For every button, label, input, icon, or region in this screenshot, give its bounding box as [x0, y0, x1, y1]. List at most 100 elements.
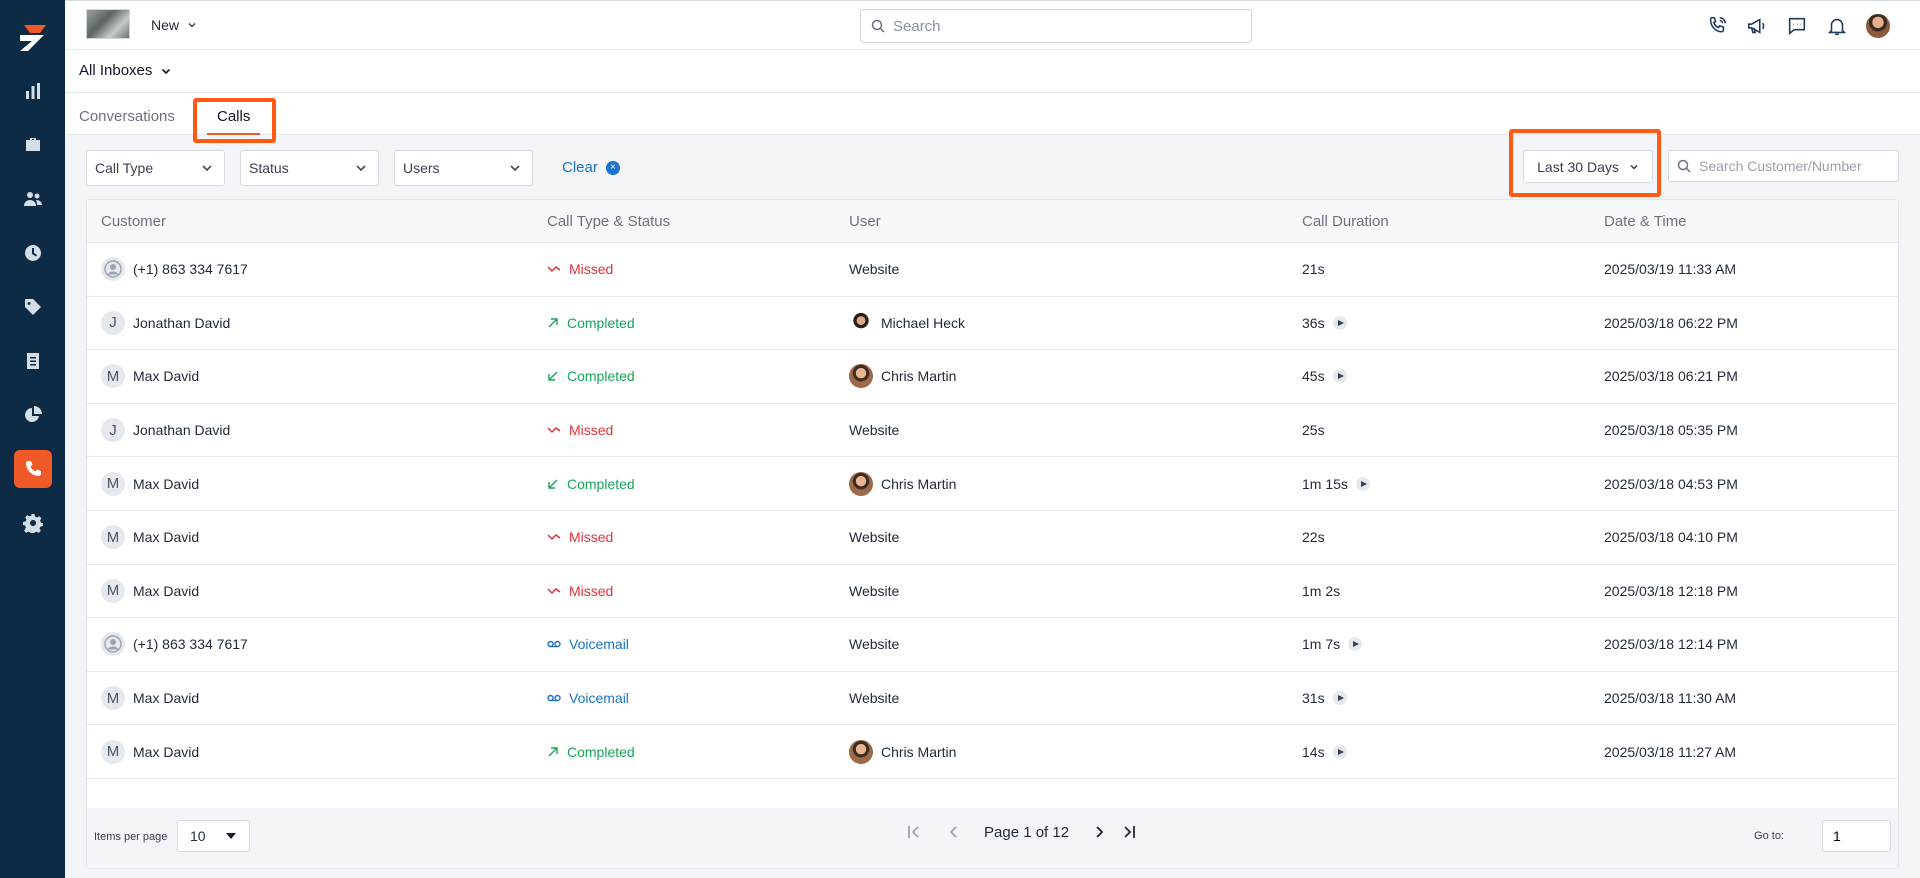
nav-calls[interactable] [13, 450, 52, 488]
caret-down-icon [226, 833, 236, 839]
call-arrow-icon [547, 746, 559, 758]
customer-avatar: M [101, 364, 125, 389]
table-row[interactable]: (+1) 863 334 7617 Voicemail Website 1m 7s 20… [87, 618, 1898, 672]
play-icon[interactable] [1332, 315, 1347, 330]
customer-cell[interactable]: M Max David [101, 578, 199, 603]
customer-name: Max David [133, 743, 200, 760]
nav-analytics[interactable] [14, 396, 52, 434]
call-datetime: 2025/03/18 05:35 PM [1604, 422, 1738, 439]
nav-contacts[interactable] [14, 180, 52, 218]
nav-reports[interactable] [14, 72, 52, 110]
megaphone-icon[interactable] [1746, 15, 1768, 37]
call-type-filter[interactable]: Call Type [86, 150, 225, 186]
bell-icon[interactable] [1826, 15, 1848, 37]
nav-briefcase[interactable] [14, 126, 52, 164]
table-row[interactable]: M Max David Completed Chris Martin 45s 2025/0… [87, 350, 1898, 404]
items-per-page-select[interactable]: 10 [177, 820, 250, 852]
user-avatar [849, 739, 873, 764]
column-customer[interactable]: Customer [101, 213, 166, 230]
call-datetime: 2025/03/18 04:53 PM [1604, 475, 1738, 492]
phone-icon [25, 461, 41, 476]
call-status-label: Voicemail [569, 636, 629, 653]
table-row[interactable]: J Jonathan David Completed Michael Heck 36s 2… [87, 297, 1898, 351]
search-icon [871, 19, 885, 33]
last-page-button[interactable] [1119, 822, 1139, 842]
user-cell: Michael Heck [849, 310, 965, 335]
clear-label: Clear [562, 159, 598, 176]
users-filter-label: Users [403, 160, 440, 176]
table-row[interactable]: M Max David Completed Chris Martin 14s 2025/0… [87, 725, 1898, 779]
nav-tags[interactable] [14, 288, 52, 326]
call-duration: 1m 7s [1302, 636, 1341, 653]
call-arrow-icon [547, 317, 559, 329]
play-icon[interactable] [1332, 369, 1347, 384]
customer-avatar: J [101, 418, 125, 443]
new-button[interactable]: New [151, 17, 197, 33]
customer-cell[interactable]: M Max David [101, 525, 199, 550]
customer-cell[interactable]: (+1) 863 334 7617 [101, 257, 248, 282]
tab-conversations[interactable]: Conversations [79, 108, 175, 125]
nav-history[interactable] [14, 234, 52, 272]
inbox-selector[interactable]: All Inboxes [79, 62, 172, 79]
play-icon[interactable] [1348, 637, 1363, 652]
global-search-input[interactable] [893, 17, 1223, 35]
customer-cell[interactable]: J Jonathan David [101, 418, 230, 443]
search-icon [1677, 159, 1691, 173]
anonymous-user-icon [101, 632, 125, 657]
customer-search-input[interactable] [1699, 158, 1889, 174]
column-date-time[interactable]: Date & Time [1604, 213, 1687, 230]
table-row[interactable]: J Jonathan David Missed Website 25s 2025/03/1… [87, 404, 1898, 458]
customer-name: Max David [133, 475, 200, 492]
play-icon[interactable] [1332, 744, 1347, 759]
customer-cell[interactable]: M Max David [101, 471, 200, 496]
call-status-cell: Voicemail [547, 636, 629, 652]
play-icon[interactable] [1355, 476, 1370, 491]
customer-cell[interactable]: M Max David [101, 739, 200, 764]
customer-cell[interactable]: M Max David [101, 364, 199, 389]
chat-icon[interactable] [1786, 15, 1808, 37]
users-icon [23, 192, 42, 206]
previous-page-button[interactable] [944, 822, 964, 842]
new-button-label: New [151, 17, 180, 33]
next-page-button[interactable] [1089, 822, 1109, 842]
user-cell: Website [849, 529, 899, 545]
call-status-label: Completed [567, 475, 635, 492]
table-row[interactable]: M Max David Missed Website 1m 2s 2025/03/18 1… [87, 565, 1898, 619]
call-status-cell: Completed [547, 476, 635, 492]
customer-search[interactable] [1668, 150, 1899, 182]
avatar[interactable] [1866, 14, 1890, 38]
user-name: Website [849, 582, 900, 599]
chevron-right-icon [1096, 826, 1104, 838]
customer-cell[interactable]: (+1) 863 334 7617 [101, 632, 248, 657]
customer-cell[interactable]: M Max David [101, 686, 199, 711]
call-status-label: Completed [567, 743, 635, 760]
global-search[interactable] [860, 9, 1252, 43]
status-filter[interactable]: Status [240, 150, 379, 186]
clear-filters-button[interactable]: Clear × [562, 159, 620, 176]
table-row[interactable]: M Max David Completed Chris Martin 1m 15s 202… [87, 457, 1898, 511]
customer-avatar: M [101, 525, 125, 550]
datetime-cell: 2025/03/18 06:21 PM [1604, 368, 1738, 384]
column-call-duration[interactable]: Call Duration [1302, 213, 1389, 230]
duration-cell: 1m 7s [1302, 636, 1363, 653]
customer-cell[interactable]: J Jonathan David [101, 310, 230, 335]
call-status-label: Missed [569, 529, 614, 546]
workspace-thumbnail[interactable] [86, 9, 130, 39]
goto-page-input[interactable] [1822, 820, 1891, 852]
play-icon[interactable] [1332, 691, 1347, 706]
column-call-type-status[interactable]: Call Type & Status [547, 213, 670, 230]
first-page-button[interactable] [904, 822, 924, 842]
user-name: Chris Martin [881, 368, 957, 385]
column-user[interactable]: User [849, 213, 881, 230]
brand-logo-icon[interactable] [15, 20, 51, 56]
nav-documents[interactable] [14, 342, 52, 380]
user-name: Chris Martin [881, 475, 957, 492]
nav-settings[interactable] [14, 504, 52, 542]
duration-cell: 31s [1302, 690, 1347, 706]
users-filter[interactable]: Users [394, 150, 533, 186]
table-row[interactable]: (+1) 863 334 7617 Missed Website 21s 2025/03… [87, 243, 1898, 297]
top-icons [1706, 14, 1890, 38]
table-row[interactable]: M Max David Voicemail Website 31s 2025/03/18 … [87, 672, 1898, 726]
phone-icon[interactable] [1706, 15, 1728, 37]
table-row[interactable]: M Max David Missed Website 22s 2025/03/18 04:… [87, 511, 1898, 565]
